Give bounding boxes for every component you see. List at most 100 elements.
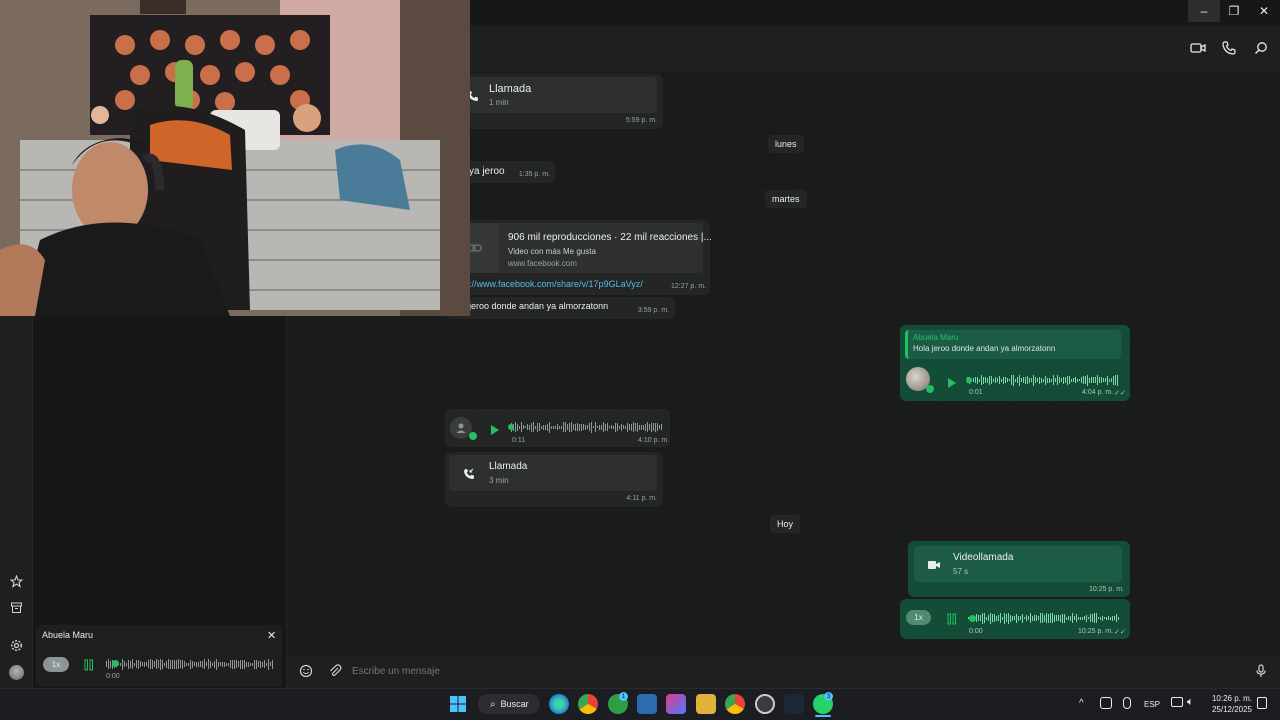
audio-waveform[interactable] <box>968 612 1122 624</box>
volume-icon[interactable]: 🔈︎ <box>1187 696 1194 709</box>
emoji-icon[interactable] <box>299 664 313 678</box>
waveform-bar <box>154 661 155 667</box>
close-button[interactable]: ✕ <box>1248 0 1280 22</box>
waveform-bar <box>983 376 984 384</box>
mini-player-close-button[interactable]: ✕ <box>267 629 276 642</box>
waveform-bar <box>1045 375 1046 385</box>
waveform-bar <box>1011 375 1012 385</box>
waveform-bar <box>1065 377 1066 383</box>
settings-icon[interactable] <box>8 637 24 653</box>
waveform-bar <box>587 425 588 429</box>
taskbar-search[interactable]: ⌕ Buscar <box>478 694 540 714</box>
videocall-card[interactable]: Videollamada 57 s <box>914 546 1122 582</box>
search-icon[interactable] <box>1254 41 1268 55</box>
file-explorer-icon[interactable] <box>696 694 716 714</box>
waveform-bar <box>993 378 994 382</box>
waveform-bar <box>1092 614 1093 622</box>
waveform-bar <box>549 421 550 433</box>
audio-seek-dot[interactable] <box>966 377 972 383</box>
notifications-icon[interactable] <box>1257 697 1267 709</box>
maximize-button[interactable]: ❐ <box>1218 0 1250 22</box>
waveform-bar <box>583 424 584 430</box>
play-icon[interactable] <box>490 422 500 435</box>
waveform-bar <box>1068 616 1069 620</box>
waveform-bar <box>1098 617 1099 619</box>
waveform-bar <box>996 615 997 621</box>
audio-waveform[interactable] <box>511 421 665 433</box>
mini-player-waveform[interactable] <box>106 658 274 670</box>
call-card[interactable]: Llamada 3 min <box>449 455 657 491</box>
date-chip: lunes <box>768 135 804 153</box>
call-title: Llamada <box>489 83 532 95</box>
edge-icon[interactable] <box>549 694 569 714</box>
message-call: Llamada 3 min 4:11 p. m. <box>445 452 663 507</box>
mini-player-seek-dot[interactable] <box>112 660 119 667</box>
mic-tray-icon[interactable] <box>1123 697 1131 709</box>
photos-icon[interactable] <box>637 694 657 714</box>
call-card[interactable]: Llamada 1 min <box>449 77 657 113</box>
waveform-bar <box>1112 615 1113 621</box>
audio-waveform[interactable] <box>967 374 1121 386</box>
waveform-bar <box>557 424 558 430</box>
message-time: 5:59 p. m. <box>625 117 657 124</box>
app-icon[interactable] <box>755 694 775 714</box>
videocall-title: Videollamada <box>953 552 1014 563</box>
steam-icon[interactable] <box>784 694 804 714</box>
waveform-bar <box>555 425 556 429</box>
clock[interactable]: 10:26 p. m. 25/12/2025 <box>1208 693 1252 715</box>
language-indicator[interactable]: ESP <box>1144 700 1160 709</box>
attach-icon[interactable] <box>328 664 342 678</box>
waveform-bar <box>1060 614 1061 622</box>
profile-avatar[interactable] <box>9 665 24 680</box>
waveform-bar <box>1114 616 1115 620</box>
mini-player-speed-button[interactable]: 1x <box>43 657 69 672</box>
message-body: ya jeroo <box>469 166 505 177</box>
quoted-message[interactable]: Abuela Maru Hola jeroo donde andan ya al… <box>905 330 1121 359</box>
waveform-bar <box>1051 378 1052 382</box>
waveform-bar <box>1038 616 1039 620</box>
chrome-icon[interactable] <box>578 694 598 714</box>
audio-seek-dot[interactable] <box>969 615 976 622</box>
copilot-icon[interactable] <box>666 694 686 714</box>
waveform-bar <box>1027 376 1028 384</box>
tray-chevron-icon[interactable]: ^ <box>1079 698 1084 709</box>
waveform-bar <box>569 422 570 432</box>
waveform-bar <box>623 425 624 429</box>
waveform-bar <box>226 662 227 666</box>
voice-call-icon[interactable] <box>1222 41 1236 55</box>
waveform-bar <box>1088 617 1089 619</box>
waveform-bar <box>1021 378 1022 382</box>
microphone-icon[interactable] <box>1255 664 1267 678</box>
chrome-profile-icon[interactable] <box>725 694 745 714</box>
message-input[interactable] <box>352 662 1232 680</box>
windows-start-icon[interactable] <box>450 696 466 712</box>
waveform-bar <box>1109 378 1110 382</box>
minimize-button[interactable]: – <box>1188 0 1220 22</box>
waveform-bar <box>184 661 185 667</box>
waveform-bar <box>627 422 628 432</box>
play-icon[interactable] <box>947 375 957 388</box>
waveform-bar <box>1042 613 1043 623</box>
link-url[interactable]: ://www.facebook.com/share/v/17p9GLaVyz/ <box>469 279 643 289</box>
link-preview[interactable]: 906 mil reproducciones · 22 mil reaccion… <box>449 223 712 273</box>
starred-icon[interactable] <box>8 573 24 589</box>
waveform-bar <box>601 424 602 430</box>
waveform-bar <box>1009 379 1010 381</box>
waveform-bar <box>1063 376 1064 384</box>
waveform-bar <box>1058 615 1059 621</box>
video-call-icon[interactable] <box>1190 41 1206 55</box>
pause-icon[interactable] <box>84 658 94 671</box>
waveform-bar <box>168 659 169 669</box>
waveform-bar <box>643 424 644 430</box>
speed-button[interactable]: 1x <box>906 610 931 625</box>
archive-icon[interactable] <box>8 599 24 615</box>
audio-seek-dot[interactable] <box>508 424 514 430</box>
pause-icon[interactable] <box>947 612 957 625</box>
sync-icon[interactable] <box>1100 697 1112 709</box>
waveform-bar <box>577 423 578 431</box>
display-icon[interactable] <box>1171 697 1183 707</box>
waveform-bar <box>270 662 271 666</box>
waveform-bar <box>134 662 135 666</box>
waveform-bar <box>152 659 153 669</box>
waveform-bar <box>1061 378 1062 382</box>
